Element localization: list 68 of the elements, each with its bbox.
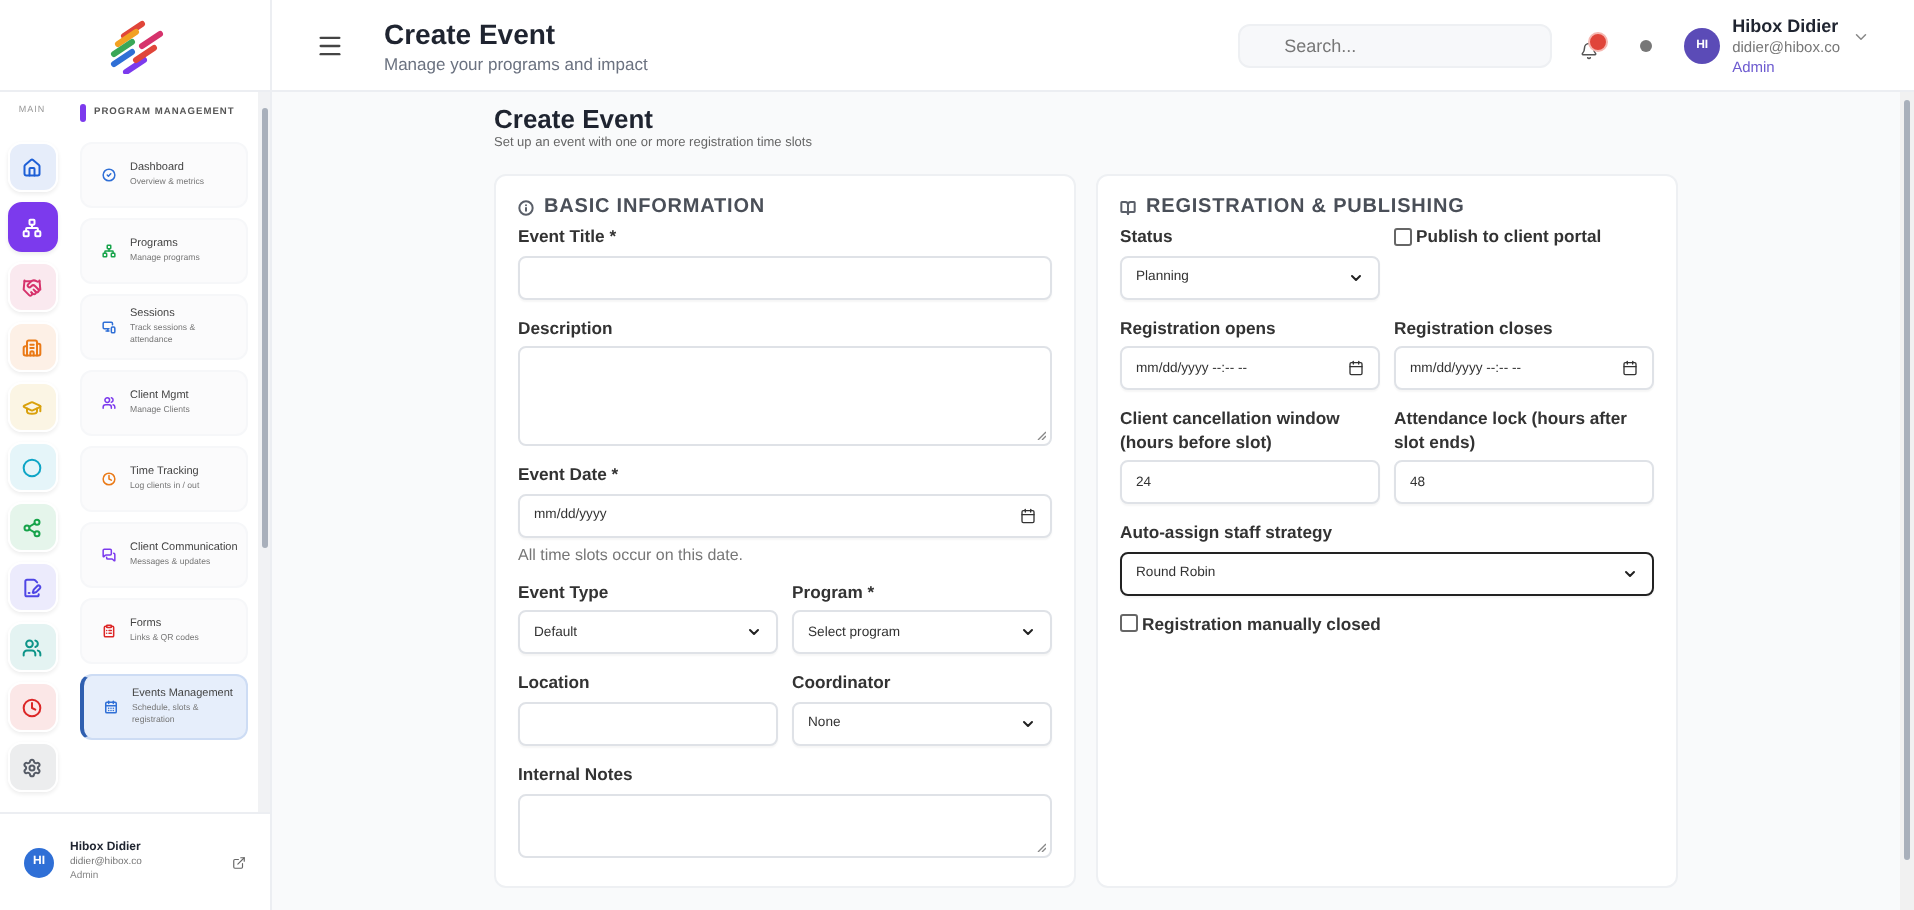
calendar-icon — [1020, 507, 1036, 524]
search-field[interactable]: Search... — [1238, 23, 1553, 67]
page-title: Create Event — [494, 104, 655, 134]
document-icon — [22, 577, 42, 597]
scrollbar[interactable] — [258, 92, 270, 812]
home-icon — [22, 157, 42, 177]
book-icon — [1120, 199, 1136, 215]
users-icon — [102, 396, 116, 410]
header-subtitle: Manage your programs and impact — [384, 53, 648, 73]
clock-icon — [22, 697, 42, 717]
field-label: Coordinator — [792, 672, 893, 696]
chat-icon — [102, 548, 116, 562]
calendar-icon — [1348, 360, 1364, 377]
check-circle-icon — [102, 168, 116, 182]
graduation-cap-icon — [22, 397, 42, 417]
share-icon — [22, 517, 42, 537]
field-label: Status — [1120, 226, 1175, 250]
card-title: BASIC INFORMATION — [544, 196, 765, 218]
chevron-down-icon — [746, 624, 762, 641]
text-field[interactable] — [518, 701, 778, 746]
checkbox[interactable] — [1394, 227, 1412, 245]
status-dot-icon[interactable] — [1640, 39, 1653, 51]
circle-icon — [22, 457, 42, 477]
checkbox[interactable] — [1120, 614, 1138, 633]
building-icon — [22, 337, 42, 357]
field-label: Internal Notes — [518, 763, 635, 788]
field-label: Auto-assign staff strategy — [1120, 522, 1335, 546]
field-label: Description — [518, 317, 615, 341]
resize-grip-icon[interactable] — [1036, 430, 1046, 441]
clipboard-icon — [102, 624, 116, 638]
chevron-down-icon — [1348, 269, 1364, 286]
calendar-icon — [104, 700, 118, 714]
rail-button[interactable] — [7, 202, 57, 252]
bell-icon[interactable] — [1580, 31, 1609, 59]
scrollbar[interactable] — [1900, 92, 1914, 910]
devices-icon — [102, 320, 116, 334]
field-label: Attendance lock (hours after slot ends) — [1394, 408, 1630, 455]
logo-icon — [107, 17, 163, 73]
checkbox-label: Registration manually closed — [1142, 613, 1381, 634]
chevron-down-icon — [1020, 715, 1036, 732]
calendar-icon — [1622, 360, 1638, 377]
checkbox-label: Publish to client portal — [1416, 226, 1602, 246]
field-label: Registration closes — [1394, 317, 1555, 341]
resize-grip-icon[interactable] — [1036, 841, 1046, 852]
menu-button[interactable] — [316, 31, 344, 59]
user-name: Hibox Didier — [1732, 15, 1840, 35]
card-title: REGISTRATION & PUBLISHING — [1146, 196, 1465, 218]
field-label: Event Type — [518, 581, 611, 605]
external-link-icon[interactable] — [232, 855, 246, 869]
chevron-down-icon — [1020, 624, 1036, 641]
clock-icon — [102, 472, 116, 486]
users-icon — [22, 637, 42, 657]
field-label: Event Date * — [518, 464, 621, 488]
info-icon — [518, 199, 534, 215]
text-field[interactable] — [518, 255, 1052, 300]
field-label: Client cancellation window (hours before slot) — [1120, 408, 1342, 455]
field-hint: All time slots occur on this date. — [518, 545, 745, 564]
chevron-down-icon — [1622, 565, 1638, 582]
field-label: Event Title * — [518, 226, 619, 250]
header-title: Create Event — [384, 17, 558, 49]
field-label: Program * — [792, 581, 877, 605]
hierarchy-icon — [102, 244, 116, 258]
settings-icon — [22, 757, 42, 777]
field-label: Registration opens — [1120, 317, 1278, 341]
chevron-down-icon[interactable] — [1852, 28, 1870, 46]
handshake-icon — [22, 277, 42, 297]
hierarchy-icon — [22, 217, 42, 237]
field-label: Location — [518, 672, 592, 696]
